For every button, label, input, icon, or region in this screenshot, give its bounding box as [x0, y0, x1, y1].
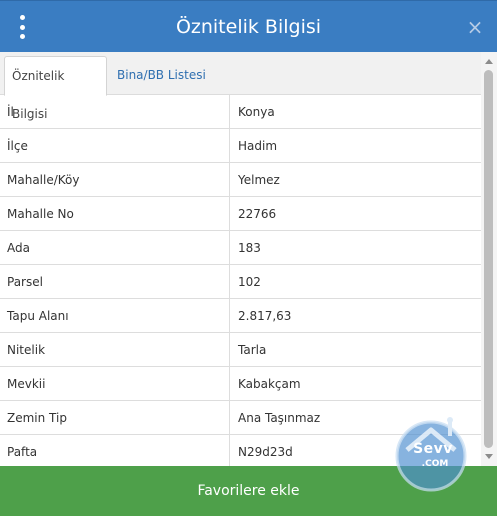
row-label: Mahalle No	[7, 207, 74, 221]
scroll-down-arrow-icon[interactable]	[485, 454, 493, 459]
close-icon[interactable]: ×	[465, 15, 485, 39]
row-value: Yelmez	[238, 173, 280, 187]
row-label: İlçe	[7, 139, 28, 153]
row-value: Ana Taşınmaz	[238, 411, 321, 425]
row-label: İl	[7, 105, 14, 119]
tab-oznitelik-bilgisi[interactable]: Öznitelik Bilgisi	[4, 56, 107, 121]
row-label: Nitelik	[7, 343, 46, 357]
row-label: Mahalle/Köy	[7, 173, 80, 187]
row-value: 22766	[238, 207, 277, 221]
row-value: 183	[238, 241, 261, 255]
tab-bar: Öznitelik Bilgisi Bina/BB Listesi	[0, 52, 481, 121]
column-divider	[229, 129, 230, 162]
attribute-table: İl Konya İlçe Hadim Mahalle/Köy Yelmez M…	[0, 95, 481, 469]
column-divider	[229, 299, 230, 332]
vertical-scrollbar[interactable]	[481, 52, 497, 466]
column-divider	[229, 265, 230, 298]
watermark-subtext: .COM	[421, 459, 449, 469]
table-row: Parsel 102	[0, 265, 481, 299]
column-divider	[229, 367, 230, 400]
table-row: Mahalle/Köy Yelmez	[0, 163, 481, 197]
row-label: Pafta	[7, 445, 38, 459]
scrollbar-thumb[interactable]	[484, 70, 493, 448]
dialog-header: Öznitelik Bilgisi ×	[0, 0, 497, 52]
column-divider	[229, 401, 230, 434]
row-value: 102	[238, 275, 261, 289]
row-value: 2.817,63	[238, 309, 292, 323]
row-value: Hadim	[238, 139, 278, 153]
tab-bina-bb-listesi[interactable]: Bina/BB Listesi	[110, 56, 213, 95]
row-label: Ada	[7, 241, 30, 255]
row-value: Kabakçam	[238, 377, 301, 391]
table-row: İl Konya	[0, 95, 481, 129]
row-label: Tapu Alanı	[7, 309, 69, 323]
table-row: Mahalle No 22766	[0, 197, 481, 231]
scroll-up-arrow-icon[interactable]	[485, 59, 493, 64]
row-value: Tarla	[238, 343, 267, 357]
table-row: Ada 183	[0, 231, 481, 265]
column-divider	[229, 95, 230, 128]
table-row: İlçe Hadim	[0, 129, 481, 163]
table-row: Nitelik Tarla	[0, 333, 481, 367]
table-row: Mevkii Kabakçam	[0, 367, 481, 401]
column-divider	[229, 435, 230, 468]
row-value: Konya	[238, 105, 275, 119]
row-label: Parsel	[7, 275, 43, 289]
column-divider	[229, 163, 230, 196]
dialog-title: Öznitelik Bilgisi	[175, 16, 322, 38]
column-divider	[229, 197, 230, 230]
column-divider	[229, 231, 230, 264]
row-label: Zemin Tip	[7, 411, 67, 425]
watermark-text: Sevv	[413, 441, 453, 457]
column-divider	[229, 333, 230, 366]
row-label: Mevkii	[7, 377, 46, 391]
table-row: Tapu Alanı 2.817,63	[0, 299, 481, 333]
row-value: N29d23d	[238, 445, 293, 459]
